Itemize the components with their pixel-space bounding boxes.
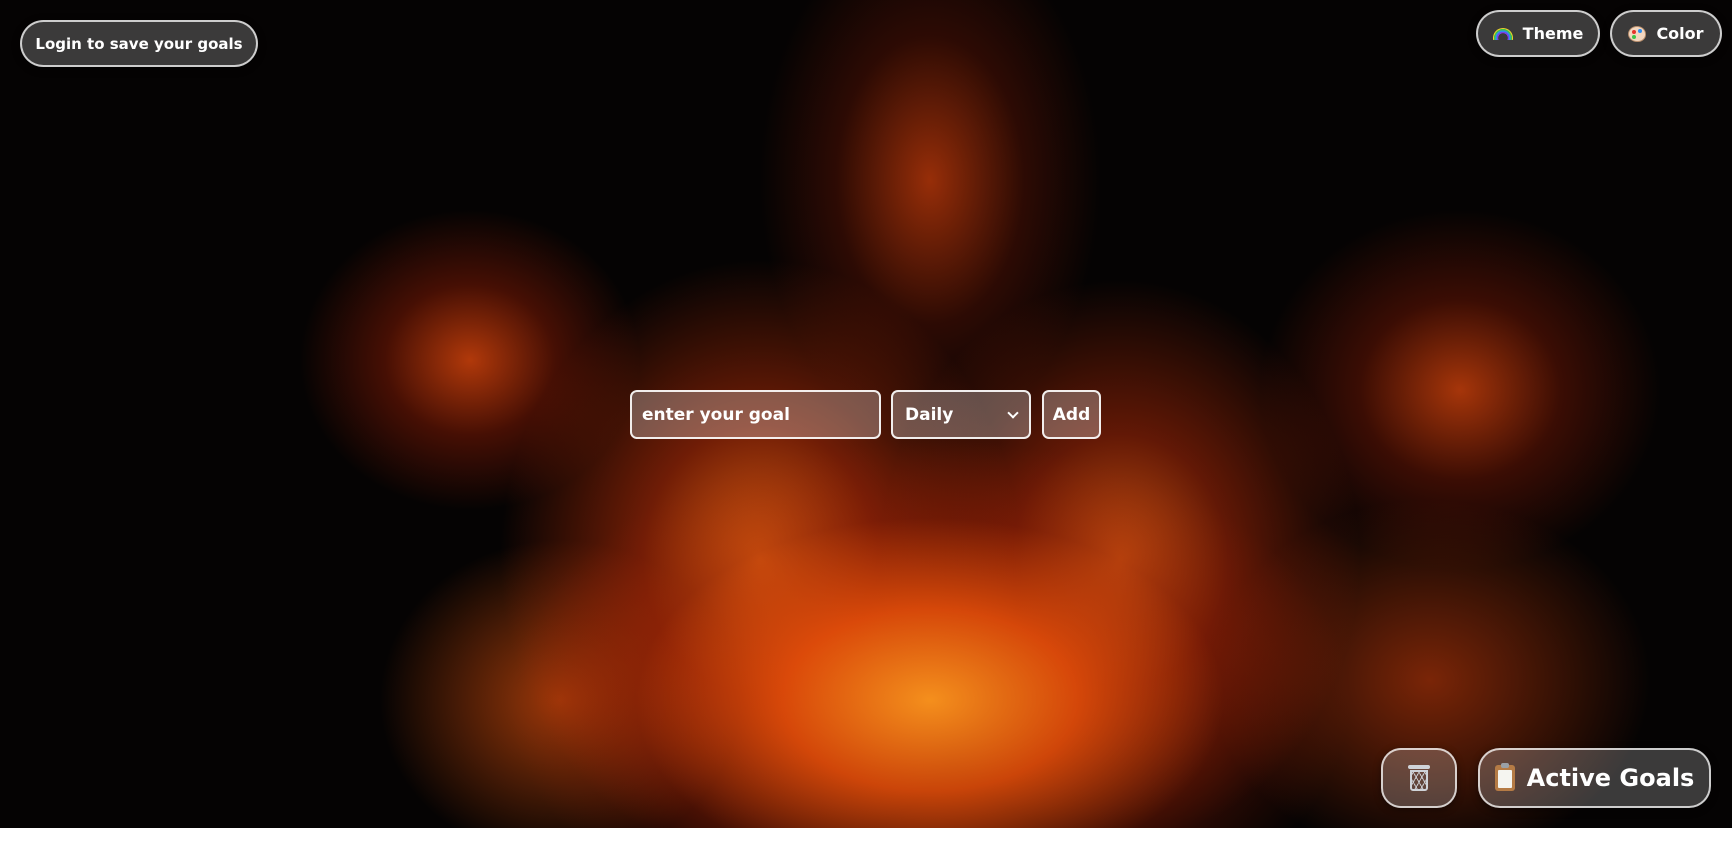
palette-icon — [1628, 25, 1647, 42]
active-goals-button-label: Active Goals — [1526, 764, 1695, 792]
active-goals-button[interactable]: Active Goals — [1478, 748, 1711, 808]
rainbow-icon — [1492, 27, 1513, 40]
color-button-label: Color — [1656, 24, 1704, 43]
clipboard-icon — [1494, 763, 1515, 791]
login-button-label: Login to save your goals — [35, 34, 243, 53]
page-bottom-margin — [0, 828, 1732, 852]
chevron-down-icon — [1007, 406, 1019, 419]
theme-button[interactable]: Theme — [1476, 10, 1600, 57]
color-button[interactable]: Color — [1610, 10, 1722, 57]
add-goal-button-label: Add — [1052, 404, 1091, 425]
fire-background: Login to save your goals Theme Color Dai… — [0, 0, 1732, 828]
add-goal-button[interactable]: Add — [1042, 390, 1101, 439]
frequency-select[interactable]: Daily — [891, 390, 1031, 439]
login-button[interactable]: Login to save your goals — [20, 20, 258, 67]
trash-icon — [1408, 765, 1430, 791]
frequency-select-value: Daily — [905, 404, 954, 425]
trash-button[interactable] — [1381, 748, 1457, 808]
goal-input[interactable] — [630, 390, 881, 439]
theme-button-label: Theme — [1522, 24, 1584, 43]
